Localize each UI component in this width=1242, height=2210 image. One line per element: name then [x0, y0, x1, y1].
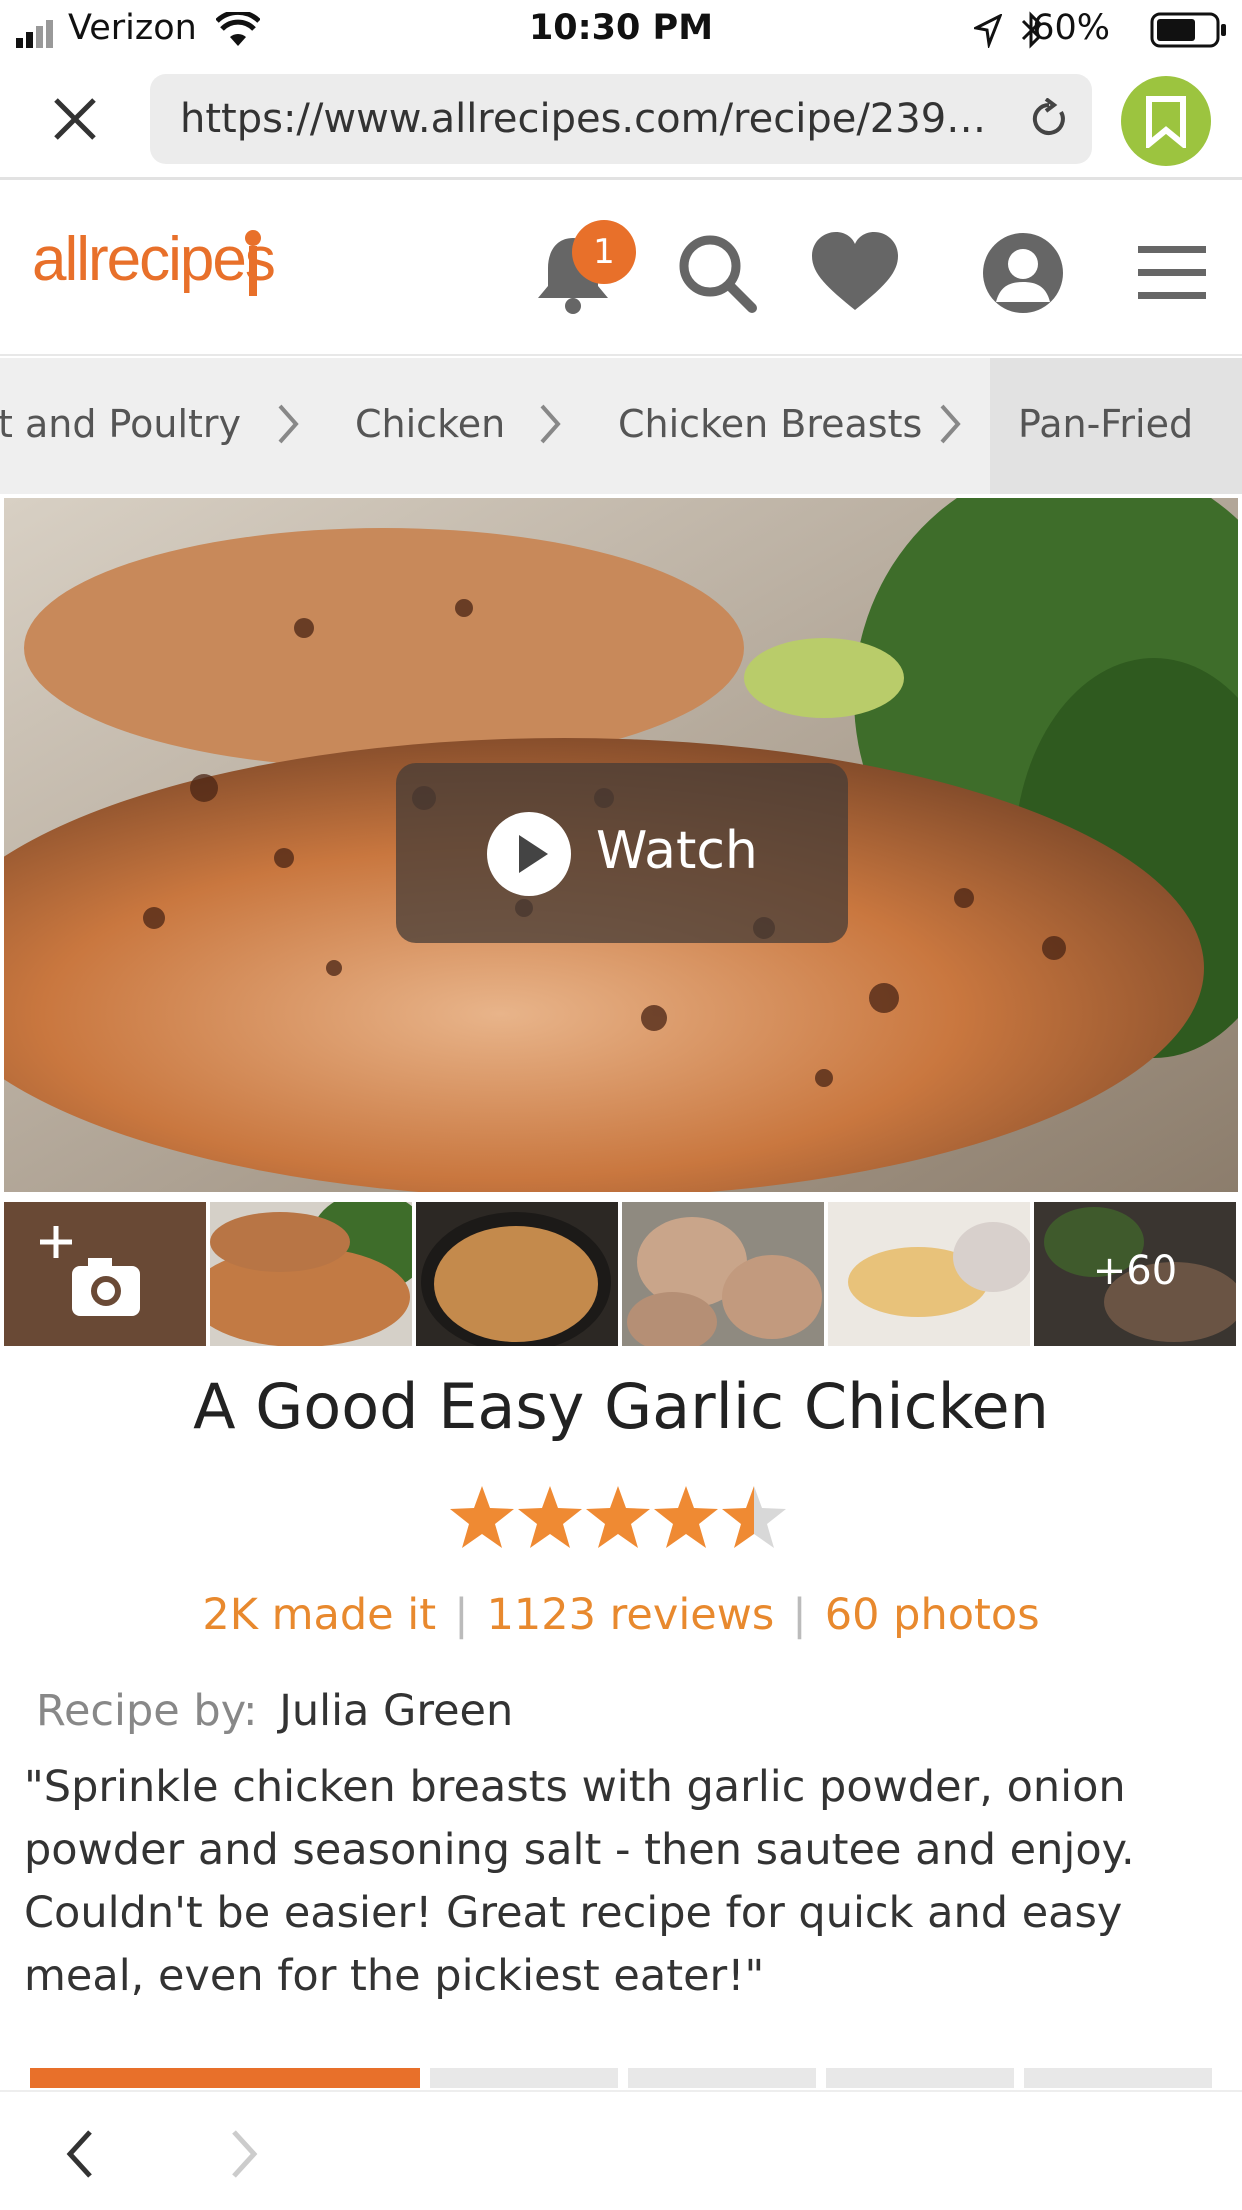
tab-indicator[interactable]	[628, 2068, 816, 2088]
back-arrow-icon[interactable]	[60, 2126, 100, 2182]
play-icon	[487, 812, 571, 896]
photo-thumbnail[interactable]	[622, 1202, 824, 1346]
add-photo-thumbnail[interactable]	[4, 1202, 206, 1346]
thumbnail-image	[828, 1202, 1030, 1346]
url-text: https://www.allrecipes.com/recipe/23998/…	[180, 96, 990, 142]
recipe-stats: 2K made it | 1123 reviews | 60 photos	[0, 1590, 1242, 1640]
breadcrumb-item[interactable]: Chicken Breasts	[618, 402, 922, 446]
thumbnail-image	[416, 1202, 618, 1346]
menu-icon[interactable]	[1134, 228, 1210, 318]
byline-label: Recipe by:	[36, 1686, 258, 1736]
close-icon[interactable]	[48, 92, 102, 146]
reviews-link[interactable]: 1123 reviews	[487, 1590, 775, 1640]
author-link[interactable]: Julia Green	[279, 1686, 513, 1736]
star-full-icon	[654, 1486, 718, 1548]
battery-percent: 60%	[1032, 8, 1110, 48]
chevron-right-icon	[278, 404, 299, 444]
search-icon[interactable]	[672, 228, 762, 318]
watch-label: Watch	[596, 821, 758, 881]
photo-thumbnail[interactable]	[828, 1202, 1030, 1346]
breadcrumb-item-current[interactable]: Pan-Fried	[1018, 402, 1193, 446]
notification-badge: 1	[572, 220, 636, 284]
photo-thumbnail[interactable]	[416, 1202, 618, 1346]
browser-toolbar: https://www.allrecipes.com/recipe/23998/…	[0, 62, 1242, 180]
star-full-icon	[586, 1486, 650, 1548]
more-photos-count: +60	[1092, 1248, 1178, 1294]
thumbnail-image	[622, 1202, 824, 1346]
tab-indicator-active[interactable]	[30, 2068, 420, 2088]
tab-indicator[interactable]	[826, 2068, 1014, 2088]
logo-spoon-icon	[245, 230, 261, 296]
bookmark-button[interactable]	[1121, 76, 1211, 166]
star-full-icon	[518, 1486, 582, 1548]
add-photo-icon	[4, 1202, 206, 1346]
forward-arrow-icon[interactable]	[224, 2126, 264, 2182]
reload-icon[interactable]	[1028, 98, 1070, 140]
divider: |	[792, 1590, 807, 1640]
profile-icon[interactable]	[978, 228, 1068, 318]
site-header: allrecipes 1	[0, 180, 1242, 356]
breadcrumb-item[interactable]: Chicken	[355, 402, 505, 446]
star-half-icon	[722, 1486, 786, 1548]
thumbnail-image	[210, 1202, 412, 1346]
url-field[interactable]: https://www.allrecipes.com/recipe/23998/…	[150, 74, 1092, 164]
divider: |	[454, 1590, 469, 1640]
chevron-right-icon	[540, 404, 561, 444]
breadcrumb: t and Poultry Chicken Chicken Breasts Pa…	[0, 358, 1242, 494]
chevron-right-icon	[940, 404, 961, 444]
recipe-hero-image[interactable]: Watch	[4, 498, 1238, 1192]
heart-icon[interactable]	[808, 228, 902, 318]
watch-video-button[interactable]: Watch	[396, 763, 848, 943]
location-arrow-icon	[974, 14, 1002, 48]
site-logo[interactable]: allrecipes	[32, 224, 276, 295]
browser-bottom-nav	[0, 2090, 1242, 2210]
recipe-description: "Sprinkle chicken breasts with garlic po…	[24, 1762, 1135, 2001]
breadcrumb-item[interactable]: t and Poultry	[0, 402, 241, 446]
star-full-icon	[450, 1486, 514, 1548]
recipe-byline: Recipe by: Julia Green	[36, 1686, 513, 1736]
made-it-link[interactable]: 2K made it	[202, 1590, 436, 1640]
photo-thumbnail[interactable]	[210, 1202, 412, 1346]
more-photos-thumbnail[interactable]: +60	[1034, 1202, 1236, 1346]
tab-indicator[interactable]	[1024, 2068, 1212, 2088]
recipe-title: A Good Easy Garlic Chicken	[193, 1370, 1049, 1443]
photos-link[interactable]: 60 photos	[825, 1590, 1040, 1640]
bookmark-icon	[1146, 96, 1186, 148]
status-bar: Verizon 10:30 PM 60%	[0, 0, 1242, 62]
battery-icon	[1150, 12, 1226, 48]
tab-indicator[interactable]	[430, 2068, 618, 2088]
star-rating[interactable]	[448, 1484, 794, 1552]
